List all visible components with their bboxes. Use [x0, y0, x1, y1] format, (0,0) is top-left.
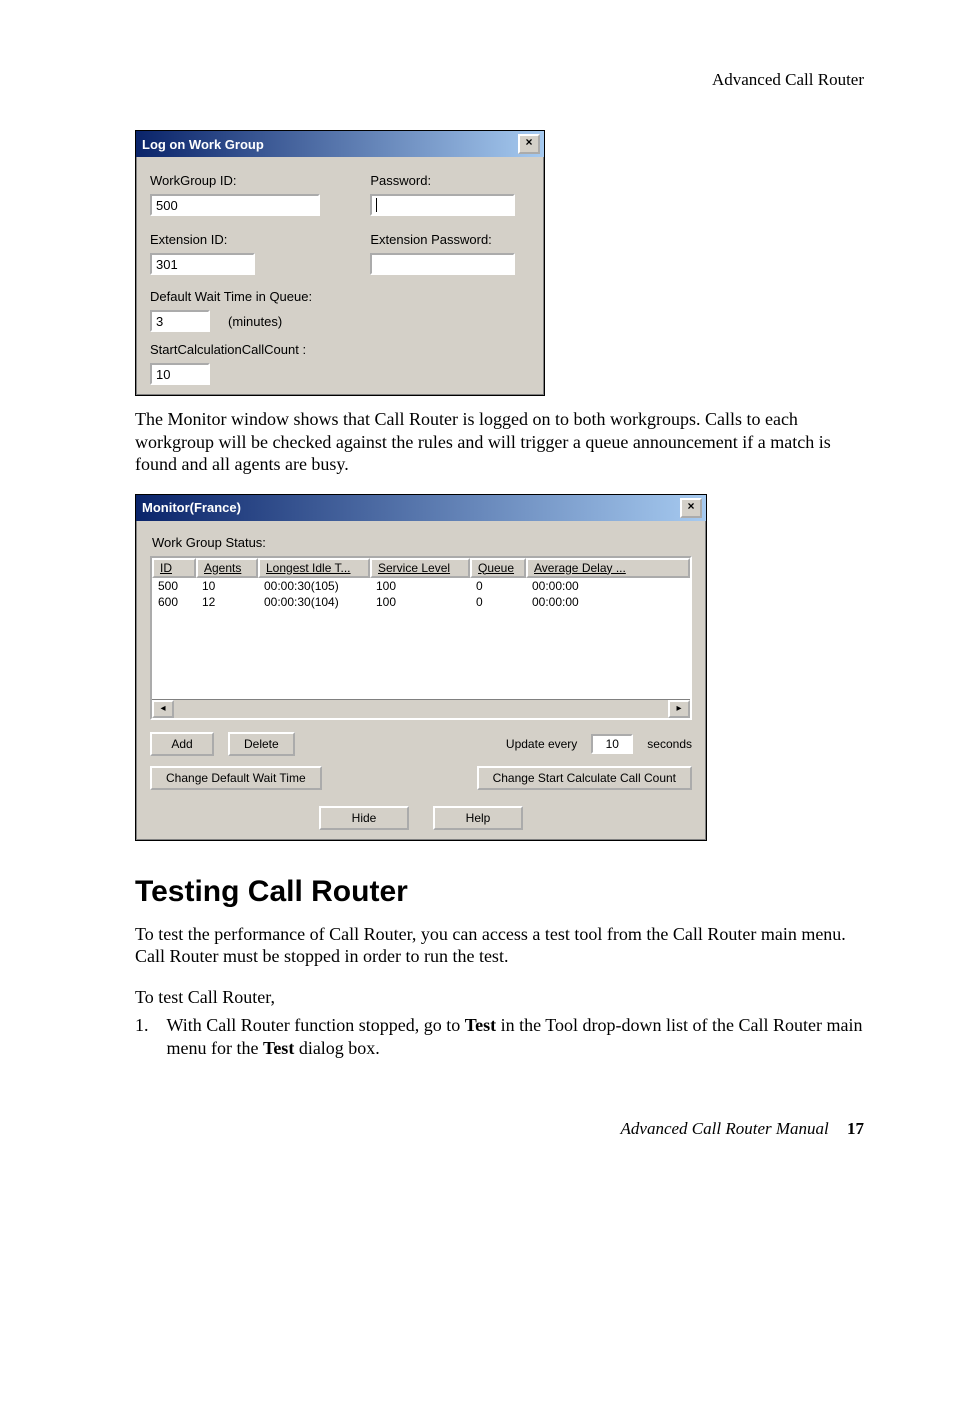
update-interval-input[interactable] [591, 734, 633, 754]
change-start-calc-button[interactable]: Change Start Calculate Call Count [477, 766, 692, 790]
hide-button[interactable]: Hide [319, 806, 409, 830]
step-text-bold: Test [263, 1038, 294, 1058]
delete-button[interactable]: Delete [228, 732, 295, 756]
paragraph-test-lead: To test Call Router, [135, 986, 864, 1009]
table-row[interactable]: 500 10 00:00:30(105) 100 0 00:00:00 [152, 578, 690, 594]
workgroup-listview[interactable]: ID Agents Longest Idle T... Service Leve… [150, 556, 692, 720]
update-every-label: Update every [506, 737, 577, 751]
minutes-label: (minutes) [228, 314, 282, 329]
password-label: Password: [370, 173, 530, 188]
table-row[interactable]: 600 12 00:00:30(104) 100 0 00:00:00 [152, 594, 690, 610]
extension-id-label: Extension ID: [150, 232, 370, 247]
step-1: 1. With Call Router function stopped, go… [135, 1014, 864, 1059]
footer-page: 17 [847, 1119, 864, 1138]
workgroup-id-input[interactable] [150, 194, 320, 216]
startcalc-input[interactable] [150, 363, 210, 385]
workgroup-id-label: WorkGroup ID: [150, 173, 370, 188]
default-wait-input[interactable] [150, 310, 210, 332]
change-default-wait-button[interactable]: Change Default Wait Time [150, 766, 322, 790]
default-wait-label: Default Wait Time in Queue: [150, 289, 530, 304]
cell-avg: 00:00:00 [526, 594, 690, 610]
work-group-status-label: Work Group Status: [152, 535, 692, 550]
col-longest-idle[interactable]: Longest Idle T... [258, 558, 370, 578]
cell-avg: 00:00:00 [526, 578, 690, 594]
dialog-title: Monitor(France) [142, 500, 241, 515]
cell-queue: 0 [470, 594, 526, 610]
listview-header-row: ID Agents Longest Idle T... Service Leve… [152, 558, 690, 578]
scroll-right-icon[interactable]: ▸ [668, 700, 690, 718]
dialog-titlebar: Monitor(France) × [136, 495, 706, 521]
extension-id-input[interactable] [150, 253, 255, 275]
cell-service: 100 [370, 594, 470, 610]
paragraph-test-intro: To test the performance of Call Router, … [135, 923, 864, 968]
step-text-part: With Call Router function stopped, go to [167, 1015, 465, 1035]
horizontal-scrollbar[interactable]: ◂ ▸ [152, 699, 690, 718]
step-number: 1. [135, 1014, 149, 1059]
close-icon[interactable]: × [680, 498, 702, 518]
col-service-level[interactable]: Service Level [370, 558, 470, 578]
col-agents[interactable]: Agents [196, 558, 258, 578]
cell-agents: 10 [196, 578, 258, 594]
running-header: Advanced Call Router [135, 70, 864, 90]
dialog-titlebar: Log on Work Group × [136, 131, 544, 157]
startcalc-label: StartCalculationCallCount : [150, 342, 530, 357]
dialog-title: Log on Work Group [142, 137, 264, 152]
step-text-bold: Test [465, 1015, 496, 1035]
cell-queue: 0 [470, 578, 526, 594]
extension-password-label: Extension Password: [370, 232, 530, 247]
cell-id: 600 [152, 594, 196, 610]
step-text-part: dialog box. [294, 1038, 380, 1058]
col-queue[interactable]: Queue [470, 558, 526, 578]
col-id[interactable]: ID [152, 558, 196, 578]
section-heading-testing: Testing Call Router [135, 875, 864, 909]
seconds-label: seconds [647, 737, 692, 751]
col-avg-delay[interactable]: Average Delay ... [526, 558, 690, 578]
scroll-left-icon[interactable]: ◂ [152, 700, 174, 718]
cell-agents: 12 [196, 594, 258, 610]
cell-longest: 00:00:30(105) [258, 578, 370, 594]
monitor-france-dialog: Monitor(France) × Work Group Status: ID … [135, 494, 707, 841]
add-button[interactable]: Add [150, 732, 214, 756]
cell-longest: 00:00:30(104) [258, 594, 370, 610]
paragraph-monitor-description: The Monitor window shows that Call Route… [135, 408, 864, 476]
extension-password-input[interactable] [370, 253, 515, 275]
cell-service: 100 [370, 578, 470, 594]
logon-workgroup-dialog: Log on Work Group × WorkGroup ID: Passwo… [135, 130, 545, 396]
step-text: With Call Router function stopped, go to… [167, 1014, 865, 1059]
footer-title: Advanced Call Router Manual [621, 1119, 829, 1138]
help-button[interactable]: Help [433, 806, 523, 830]
cell-id: 500 [152, 578, 196, 594]
password-input[interactable] [370, 194, 515, 216]
page-footer: Advanced Call Router Manual 17 [135, 1119, 864, 1139]
close-icon[interactable]: × [518, 134, 540, 154]
